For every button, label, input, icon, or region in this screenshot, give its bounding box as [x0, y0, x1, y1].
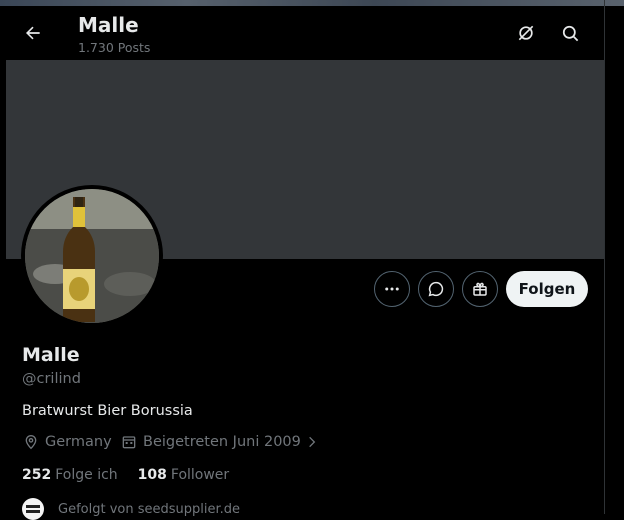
right-gutter — [605, 6, 624, 514]
followers-label: Follower — [170, 467, 230, 483]
follower-avatar — [22, 498, 44, 520]
bio: Bratwurst Bier Borussia — [22, 403, 193, 419]
more-icon — [385, 287, 399, 291]
follower-logo-icon — [26, 505, 40, 513]
location-icon — [25, 434, 37, 450]
chevron-right-icon — [309, 436, 316, 448]
calendar-icon — [122, 436, 136, 449]
grok-icon — [518, 25, 534, 41]
follow-stats: 252 Folge ich 108 Follower — [22, 467, 249, 483]
gift-button[interactable] — [462, 271, 498, 307]
profile-header: Malle 1.730 Posts — [6, 6, 604, 60]
more-button[interactable] — [374, 271, 410, 307]
message-button[interactable] — [418, 271, 454, 307]
avatar-photo — [25, 189, 159, 323]
user-handle: @crilind — [22, 371, 81, 387]
followed-by[interactable]: Gefolgt von seedsupplier.de — [22, 498, 240, 520]
header-title: Malle — [78, 13, 139, 37]
display-name: Malle — [22, 344, 80, 366]
follow-button[interactable]: Folgen — [506, 271, 588, 307]
header-post-count: 1.730 Posts — [78, 40, 151, 55]
gift-icon — [473, 282, 487, 296]
message-icon — [428, 281, 444, 297]
search-button[interactable] — [553, 16, 587, 50]
followers-count: 108 — [137, 467, 167, 483]
location-text: Germany — [45, 434, 112, 450]
avatar[interactable] — [21, 185, 163, 327]
joined-date[interactable]: Beigetreten Juni 2009 — [121, 434, 319, 450]
location: Germany — [23, 434, 112, 450]
joined-text: Beigetreten Juni 2009 — [143, 434, 301, 450]
grok-button[interactable] — [509, 16, 543, 50]
back-arrow-icon — [26, 26, 40, 40]
back-button[interactable] — [16, 16, 50, 50]
search-icon — [562, 25, 578, 41]
following-label: Folge ich — [55, 467, 118, 483]
followed-by-text: Gefolgt von seedsupplier.de — [58, 501, 241, 517]
followers-link[interactable]: 108 Follower — [138, 467, 230, 483]
following-count: 252 — [22, 467, 52, 483]
following-link[interactable]: 252 Folge ich — [22, 467, 118, 483]
